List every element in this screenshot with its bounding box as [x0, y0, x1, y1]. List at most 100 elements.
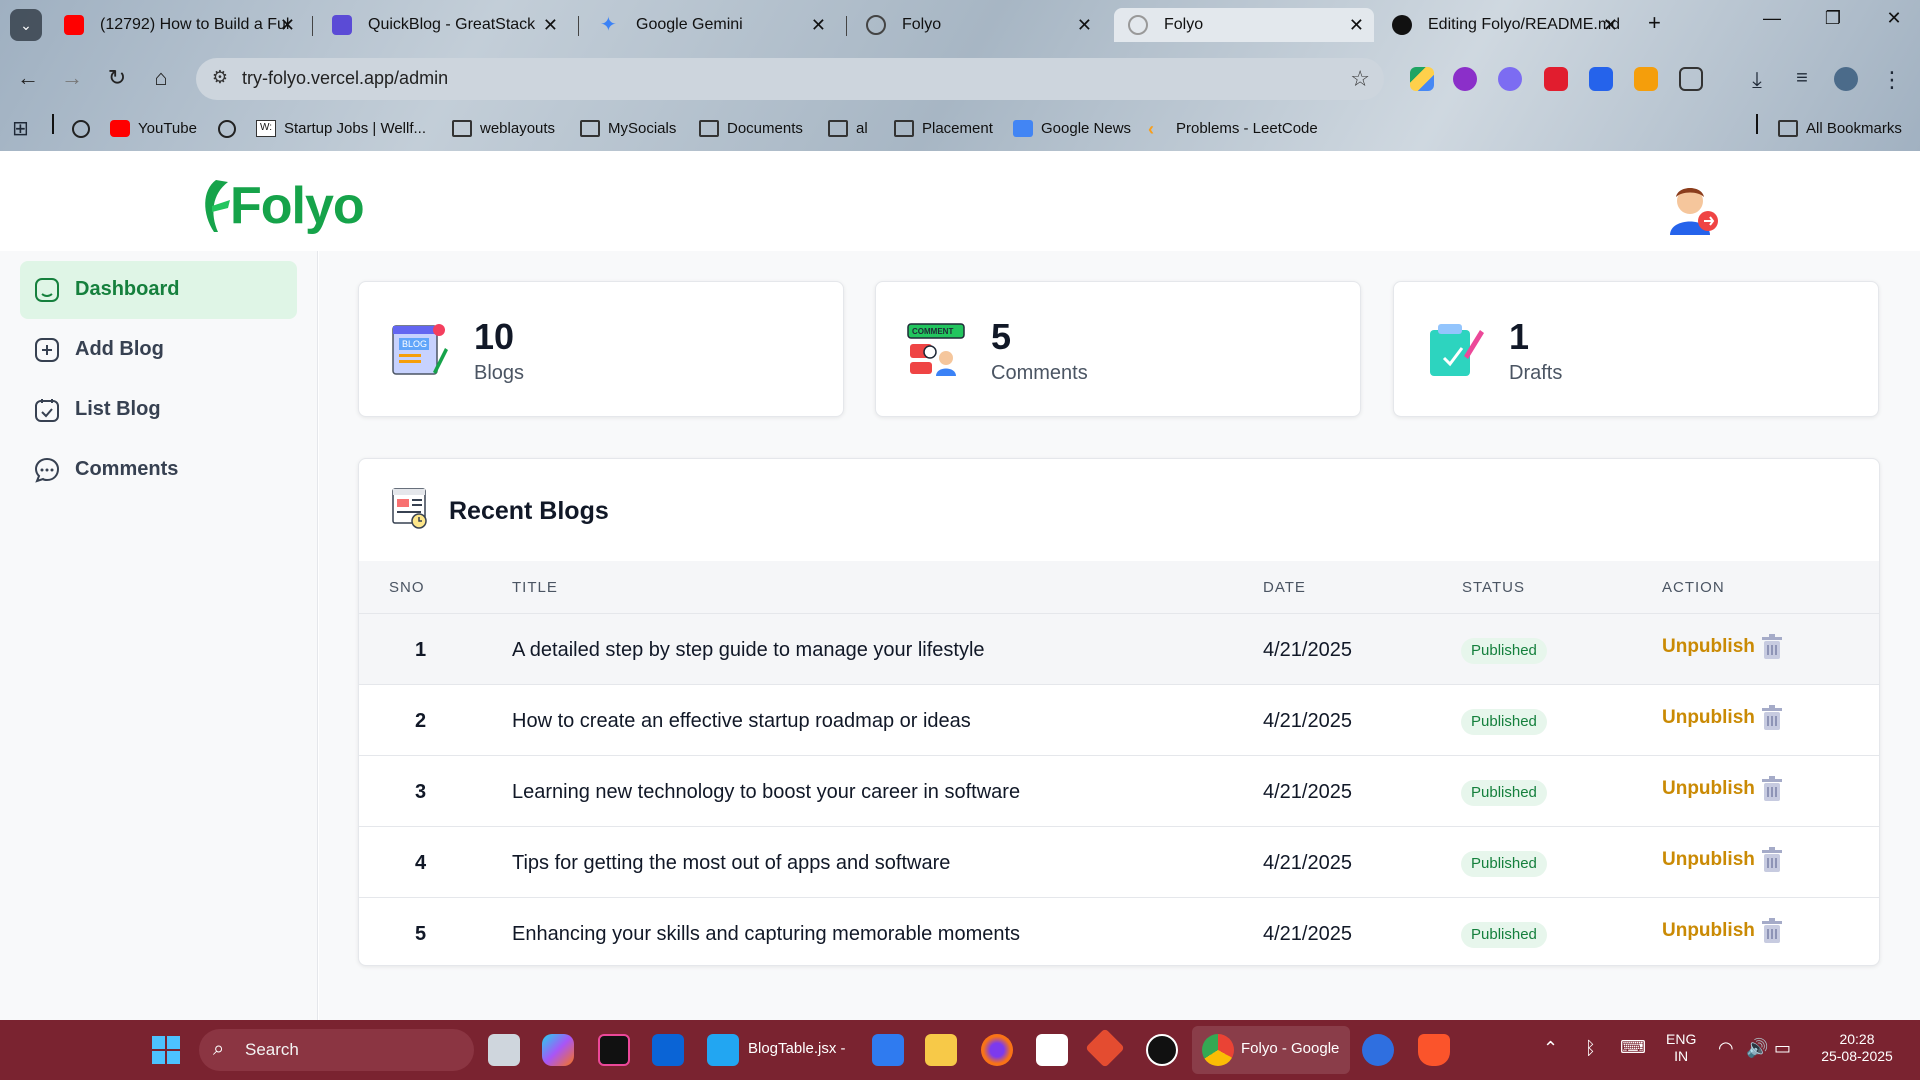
tab-github[interactable]: Editing Folyo/README.md ✕ — [1378, 8, 1628, 42]
trash-icon[interactable] — [1761, 918, 1783, 944]
battery-icon[interactable]: ▭ — [1774, 1038, 1791, 1059]
bookmark-globe[interactable] — [72, 116, 92, 142]
bookmark-youtube[interactable]: YouTube — [110, 116, 197, 142]
outlook-icon[interactable] — [652, 1034, 684, 1066]
sidebar-item-comments[interactable]: Comments — [20, 441, 297, 499]
extensions-puzzle-icon[interactable] — [1679, 67, 1703, 91]
sidebar-item-add-blog[interactable]: Add Blog — [20, 321, 297, 379]
close-icon[interactable]: ✕ — [280, 8, 295, 42]
git-icon[interactable] — [1085, 1028, 1125, 1068]
download-icon[interactable]: ⤓ — [1745, 67, 1769, 92]
url-text[interactable]: try-folyo.vercel.app/admin — [242, 68, 448, 89]
trash-icon[interactable] — [1761, 776, 1783, 802]
volume-icon[interactable]: 🔊 — [1746, 1038, 1768, 1059]
back-icon[interactable]: ← — [12, 62, 44, 94]
column-header-sno: SNO — [389, 579, 425, 596]
chevron-up-icon[interactable]: ⌃ — [1543, 1038, 1558, 1059]
sidebar-item-list-blog[interactable]: List Blog — [20, 381, 297, 439]
reload-icon[interactable]: ↻ — [101, 62, 133, 94]
bookmark-folder[interactable]: weblayouts — [452, 116, 555, 142]
new-tab-button[interactable]: + — [1648, 10, 1661, 36]
tab-quickblog[interactable]: QuickBlog - GreatStack ✕ — [318, 8, 568, 42]
brave-icon[interactable] — [1418, 1034, 1450, 1066]
user-avatar[interactable] — [1666, 181, 1720, 235]
tab-folyo[interactable]: Folyo ✕ — [852, 8, 1102, 42]
extension-icon[interactable] — [1589, 67, 1613, 91]
app-header: Folyo — [0, 151, 1920, 251]
copilot-icon[interactable] — [542, 1034, 574, 1066]
logo-text: Folyo — [230, 177, 365, 235]
sync-app-icon[interactable] — [1362, 1034, 1394, 1066]
bookmark-star-icon[interactable]: ☆ — [1350, 66, 1370, 92]
bookmark-leetcode[interactable]: ‹ Problems - LeetCode — [1148, 116, 1318, 142]
minimize-icon[interactable]: — — [1752, 8, 1792, 29]
tab-folyo-active[interactable]: Folyo ✕ — [1114, 8, 1374, 42]
bookmark-globe[interactable] — [218, 116, 238, 142]
file-explorer-icon[interactable] — [925, 1034, 957, 1066]
unpublish-button[interactable]: Unpublish — [1662, 778, 1755, 800]
close-icon[interactable]: ✕ — [811, 8, 826, 42]
extension-icon[interactable] — [1453, 67, 1477, 91]
bookmark-folder[interactable]: MySocials — [580, 116, 676, 142]
vscode-window-label[interactable]: BlogTable.jsx - — [748, 1040, 846, 1057]
language-code: ENG — [1666, 1031, 1697, 1047]
bookmark-google-news[interactable]: Google News — [1013, 116, 1131, 142]
profile-avatar[interactable] — [1834, 67, 1858, 91]
bluetooth-icon[interactable]: ᛒ — [1585, 1038, 1596, 1059]
windows-start-icon[interactable] — [150, 1034, 182, 1066]
bookmark-folder[interactable]: Placement — [894, 116, 993, 142]
menu-icon[interactable]: ⋮ — [1880, 67, 1904, 92]
todo-icon[interactable] — [872, 1034, 904, 1066]
status-badge: Published — [1461, 709, 1547, 735]
unpublish-button[interactable]: Unpublish — [1662, 920, 1755, 942]
tab-search-button[interactable]: ⌄ — [10, 9, 42, 41]
unpublish-button[interactable]: Unpublish — [1662, 707, 1755, 729]
task-view-icon[interactable] — [488, 1034, 520, 1066]
google-drive-icon[interactable] — [1410, 67, 1434, 91]
bookmark-wellfound[interactable]: W: Startup Jobs | Wellf... — [256, 116, 426, 142]
intellij-icon[interactable] — [598, 1034, 630, 1066]
pdf-extension-icon[interactable] — [1544, 67, 1568, 91]
mongodb-icon[interactable] — [1036, 1034, 1068, 1066]
bookmark-folder[interactable]: al — [828, 116, 868, 142]
bookmark-label: Startup Jobs | Wellf... — [284, 120, 427, 137]
wifi-icon[interactable]: ◠ — [1718, 1038, 1734, 1059]
bookmark-all[interactable]: All Bookmarks — [1778, 116, 1902, 142]
vscode-icon[interactable] — [707, 1034, 739, 1066]
chrome-icon[interactable] — [1202, 1034, 1234, 1066]
chrome-window-label[interactable]: Folyo - Google — [1241, 1040, 1339, 1057]
trash-icon[interactable] — [1761, 634, 1783, 660]
close-icon[interactable]: ✕ — [1603, 8, 1618, 42]
taskbar-search[interactable]: ⌕ Search — [199, 1029, 474, 1071]
bookmark-folder[interactable]: Documents — [699, 116, 803, 142]
close-icon[interactable]: ✕ — [543, 8, 558, 42]
media-icon[interactable]: ≡ — [1790, 67, 1814, 91]
home-icon[interactable]: ⌂ — [145, 62, 177, 94]
tab-strip: ⌄ (12792) How to Build a Ful ✕ QuickBlog… — [0, 0, 1920, 50]
trash-icon[interactable] — [1761, 705, 1783, 731]
apps-grid-icon[interactable]: ⊞ — [12, 116, 36, 140]
close-window-icon[interactable]: ✕ — [1874, 8, 1914, 29]
forward-icon[interactable]: → — [56, 62, 88, 94]
restore-icon[interactable]: ❐ — [1813, 8, 1853, 29]
trash-icon[interactable] — [1761, 847, 1783, 873]
extension-icon[interactable] — [1634, 67, 1658, 91]
clock[interactable]: 20:28 25-08-2025 — [1814, 1031, 1900, 1065]
keyboard-icon[interactable]: ⌨ — [1620, 1037, 1646, 1058]
unpublish-button[interactable]: Unpublish — [1662, 849, 1755, 871]
stat-value: 1 — [1509, 316, 1530, 357]
address-bar[interactable]: ⚙ try-folyo.vercel.app/admin ☆ — [196, 58, 1384, 100]
firefox-icon[interactable] — [981, 1034, 1013, 1066]
extension-icon[interactable] — [1498, 67, 1522, 91]
blog-icon: BLOG — [392, 324, 448, 375]
unpublish-button[interactable]: Unpublish — [1662, 636, 1755, 658]
tab-youtube[interactable]: (12792) How to Build a Ful ✕ — [50, 8, 305, 42]
github-desktop-icon[interactable] — [1146, 1034, 1178, 1066]
site-info-icon[interactable]: ⚙ — [208, 67, 232, 91]
drafts-icon — [1430, 324, 1484, 376]
close-icon[interactable]: ✕ — [1077, 8, 1092, 42]
close-icon[interactable]: ✕ — [1349, 8, 1364, 42]
language-indicator[interactable]: ENG IN — [1666, 1031, 1696, 1065]
sidebar-item-dashboard[interactable]: Dashboard — [20, 261, 297, 319]
tab-gemini[interactable]: ✦ Google Gemini ✕ — [586, 8, 836, 42]
